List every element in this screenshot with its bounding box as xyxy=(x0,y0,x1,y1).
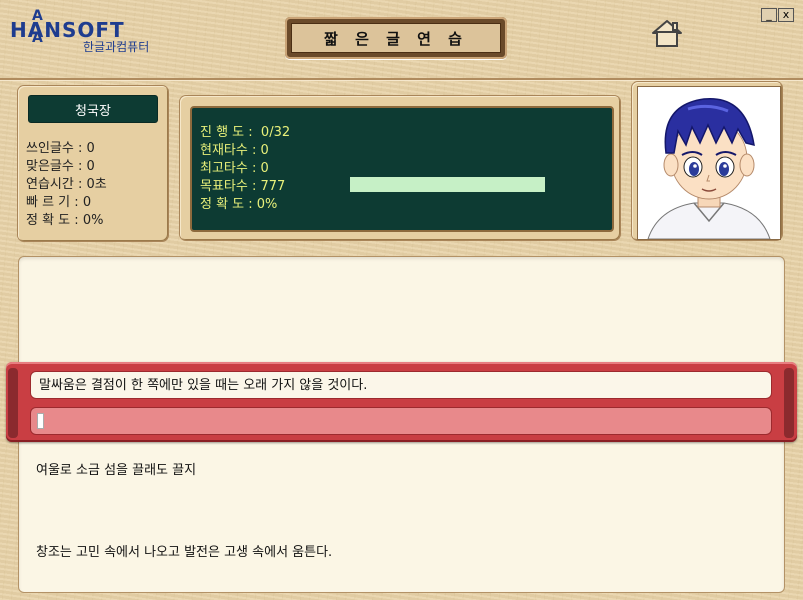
stat-typed-chars: 쓰인글수 : 0 xyxy=(26,141,95,156)
home-icon[interactable] xyxy=(650,18,684,48)
stat-value: 0 xyxy=(82,195,92,210)
next-sentence-1: 여울로 소금 섬을 끌래도 끌지 xyxy=(36,463,197,478)
close-button[interactable]: x xyxy=(778,8,794,22)
stat-value: 0 xyxy=(86,141,95,156)
stat-speed: 빠 르 기 : 0 xyxy=(26,195,92,210)
minimize-button[interactable]: _ xyxy=(761,8,777,22)
stat-value: 0% xyxy=(82,213,104,228)
board-best-speed: 최고타수 : 0 xyxy=(200,161,269,176)
board-accuracy: 정 확 도 : 0% xyxy=(200,197,278,212)
stat-label: 쓰인글수 xyxy=(26,141,74,156)
stat-label: 맞은글수 xyxy=(26,159,74,174)
typing-bar-left-cap xyxy=(8,368,18,438)
next-sentence-2: 창조는 고민 속에서 나오고 발전은 고생 속에서 움튼다. xyxy=(36,545,333,560)
header-divider xyxy=(0,78,803,81)
stat-label: 빠 르 기 xyxy=(26,195,71,210)
text-cursor xyxy=(37,413,44,429)
typing-bar-right-cap xyxy=(784,368,794,438)
stat-correct-chars: 맞은글수 : 0 xyxy=(26,159,95,174)
board-target-speed: 목표타수 : 777 xyxy=(200,179,286,194)
stat-practice-time: 연습시간 : 0초 xyxy=(26,177,107,192)
stat-label: 정 확 도 xyxy=(26,213,71,228)
stat-label: 연습시간 xyxy=(26,177,74,192)
logo-subtitle: 한글과컴퓨터 xyxy=(83,40,150,54)
typing-input[interactable] xyxy=(30,407,772,435)
player-name-badge: 청국장 xyxy=(28,95,158,123)
page-title: 짧 은 글 연 습 xyxy=(291,23,501,53)
stat-value: 0초 xyxy=(86,177,107,192)
current-sentence: 말싸움은 결점이 한 쪽에만 있을 때는 오래 가지 않을 것이다. xyxy=(30,371,772,399)
stat-accuracy: 정 확 도 : 0% xyxy=(26,213,104,228)
title-plate: 짧 은 글 연 습 xyxy=(285,17,507,59)
target-speed-bar xyxy=(350,177,545,192)
logo-letter-bottom: A xyxy=(32,30,43,46)
board-current-speed: 현재타수 : 0 xyxy=(200,143,269,158)
avatar xyxy=(637,86,781,240)
hansoft-logo: A HANSOFT A 한글과컴퓨터 xyxy=(10,8,170,58)
stat-value: 0 xyxy=(86,159,95,174)
board-progress: 진 행 도 : 0/32 xyxy=(200,125,291,140)
